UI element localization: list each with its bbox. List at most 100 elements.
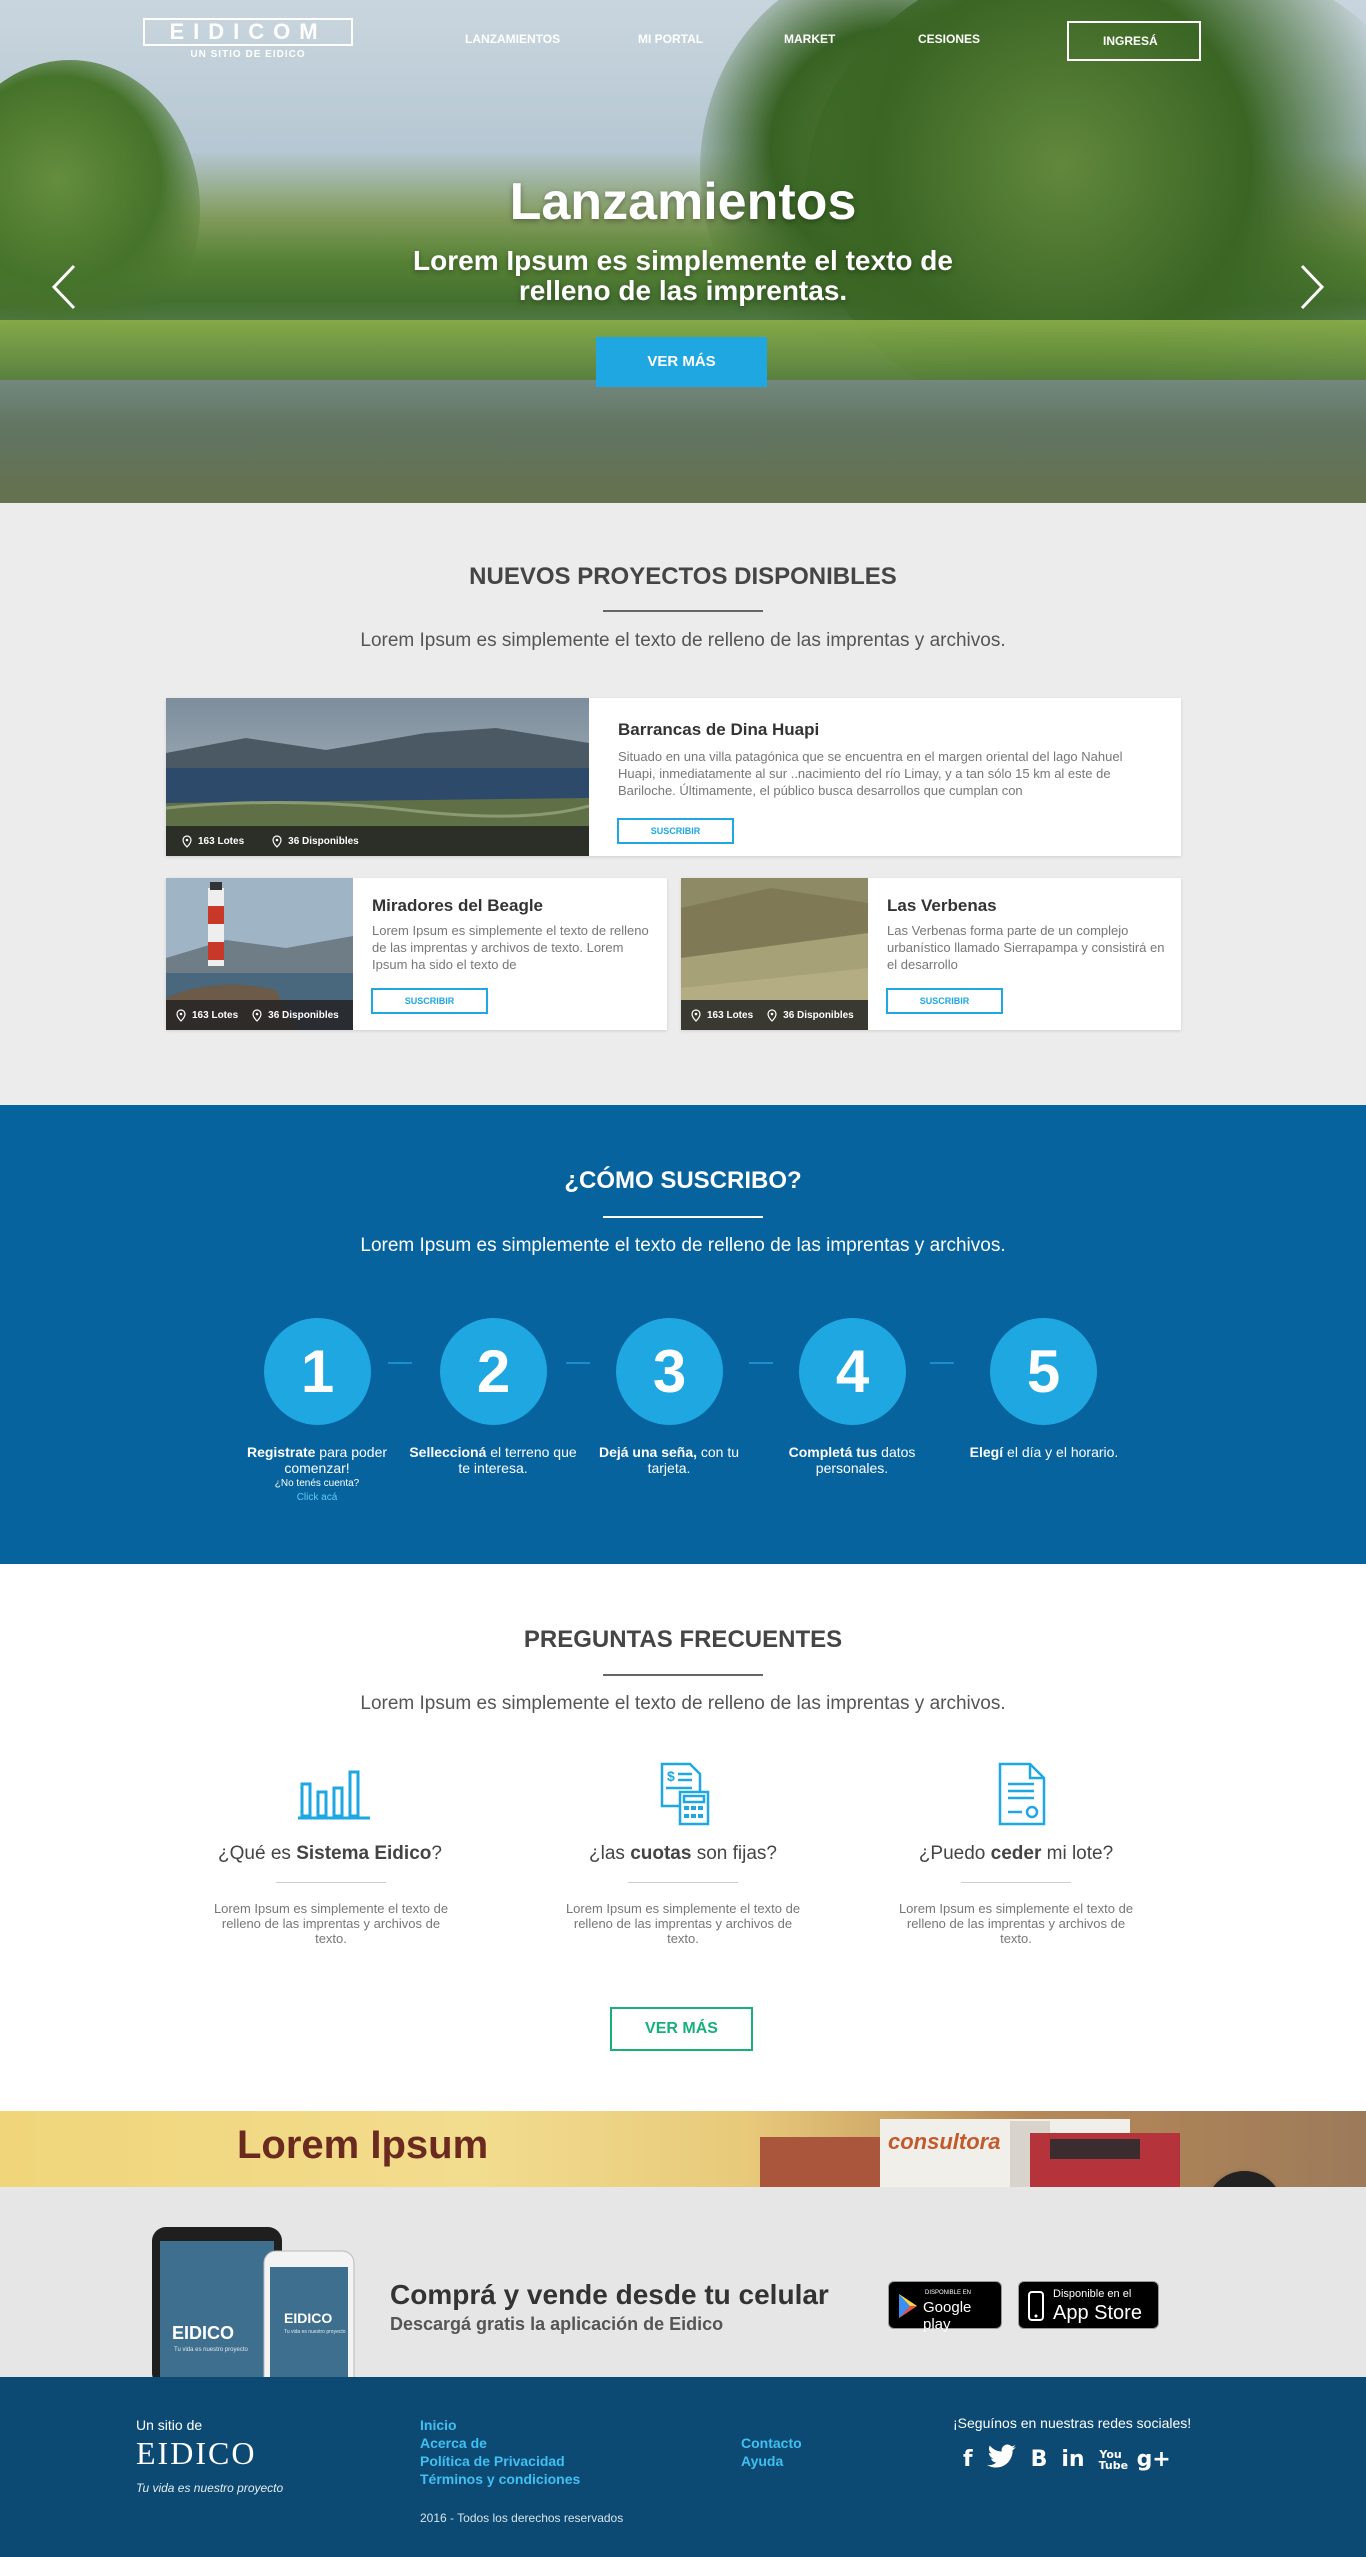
youtube-icon[interactable]: You Tube: [1099, 2449, 1128, 2471]
project-stats-bar: 163 Lotes 36 Disponibles: [166, 826, 589, 856]
footer-logo[interactable]: EIDICO: [136, 2435, 256, 2472]
google-play-icon: [899, 2294, 917, 2318]
faq-question-ceder[interactable]: ¿Puedo ceder mi lote?: [866, 1843, 1166, 1865]
app-store-badge[interactable]: Disponible en el App Store: [1018, 2281, 1159, 2329]
location-pin-icon: [691, 1008, 701, 1022]
calculator-document-icon: $: [660, 1762, 710, 1826]
nav-item-cesiones[interactable]: CESIONES: [918, 32, 980, 46]
preguntas-frecuentes-section: PREGUNTAS FRECUENTES Lorem Ipsum es simp…: [0, 1564, 1366, 2111]
hero-section: EIDICOM UN SITIO DE EIDICO LANZAMIENTOS …: [0, 0, 1366, 503]
project-disponibles: 36 Disponibles: [783, 1009, 854, 1021]
section-description: Lorem Ipsum es simplemente el texto de r…: [360, 1693, 1006, 1714]
logo-wordmark: EIDICOM: [143, 18, 353, 46]
copyright: 2016 - Todos los derechos reservados: [420, 2511, 624, 2525]
faq-ver-mas-button[interactable]: VER MÁS: [610, 2007, 753, 2051]
footer-link-inicio[interactable]: Inicio: [420, 2416, 580, 2434]
twitter-icon[interactable]: [986, 2444, 1017, 2476]
app-title: Comprá y vende desde tu celular: [390, 2279, 829, 2310]
step-circle-2: 2: [440, 1318, 547, 1425]
project-title[interactable]: Las Verbenas: [887, 896, 997, 916]
nav-item-lanzamientos[interactable]: LANZAMIENTOS: [465, 32, 560, 46]
promo-banner[interactable]: Lorem Ipsum consultora: [0, 2111, 1366, 2187]
banner-title: Lorem Ipsum: [237, 2123, 489, 2167]
location-pin-icon: [272, 834, 282, 848]
nav-item-mi-portal[interactable]: MI PORTAL: [638, 32, 703, 46]
project-disponibles: 36 Disponibles: [288, 835, 359, 847]
project-card: 163 Lotes 36 Disponibles Miradores del B…: [166, 878, 667, 1030]
footer-link-contacto[interactable]: Contacto: [741, 2434, 802, 2452]
location-pin-icon: [176, 1008, 186, 1022]
contract-document-icon: [998, 1762, 1046, 1826]
faq-answer: Lorem Ipsum es simplemente el texto de r…: [565, 1901, 801, 1946]
faq-question-cuotas[interactable]: ¿las cuotas son fijas?: [533, 1843, 833, 1865]
footer-link-ayuda[interactable]: Ayuda: [741, 2452, 802, 2470]
blogger-icon[interactable]: B: [1031, 2446, 1048, 2474]
site-footer: Un sitio de EIDICO Tu vida es nuestro pr…: [0, 2377, 1366, 2557]
project-lotes: 163 Lotes: [198, 835, 245, 847]
faq-answer: Lorem Ipsum es simplemente el texto de r…: [898, 1901, 1134, 1946]
project-stats-bar: 163 Lotes 36 Disponibles: [166, 1000, 353, 1030]
nuevos-proyectos-section: NUEVOS PROYECTOS DISPONIBLES Lorem Ipsum…: [0, 503, 1366, 1105]
svg-text:consultora: consultora: [888, 2129, 1000, 2154]
section-title: NUEVOS PROYECTOS DISPONIBLES: [469, 563, 897, 590]
step-connector: [566, 1362, 590, 1364]
suscribir-button[interactable]: SUSCRIBIR: [886, 988, 1003, 1014]
step-text-2: Selleccioná el terreno que te interesa.: [409, 1444, 577, 1476]
svg-text:Tu vida es nuestro proyecto: Tu vida es nuestro proyecto: [284, 2329, 346, 2335]
project-lotes: 163 Lotes: [707, 1009, 754, 1021]
title-divider: [603, 1674, 763, 1676]
slider-prev-arrow-icon[interactable]: [50, 262, 80, 312]
footer-link-acerca[interactable]: Acerca de: [420, 2434, 580, 2452]
step-text-4: Completá tus datos personales.: [788, 1444, 916, 1476]
step-connector: [930, 1362, 954, 1364]
footer-link-terminos[interactable]: Términos y condiciones: [420, 2470, 580, 2488]
section-description: Lorem Ipsum es simplemente el texto de r…: [360, 630, 1006, 651]
title-divider: [603, 610, 763, 612]
nav-item-market[interactable]: MARKET: [784, 32, 835, 46]
suscribir-button[interactable]: SUSCRIBIR: [371, 988, 488, 1014]
social-icons: f B in You Tube g+: [963, 2444, 1171, 2476]
svg-text:EIDICO: EIDICO: [284, 2310, 332, 2326]
linkedin-icon[interactable]: in: [1061, 2446, 1084, 2474]
project-lotes: 163 Lotes: [192, 1009, 239, 1021]
step-text-5: Elegí el día y el horario.: [969, 1444, 1119, 1460]
register-link[interactable]: Click acá: [232, 1490, 402, 1506]
social-title: ¡Seguínos en nuestras redes sociales!: [953, 2415, 1192, 2431]
project-description: Lorem Ipsum es simplemente el texto de r…: [372, 923, 649, 972]
faq-divider: [628, 1882, 738, 1883]
step-text-1: Registrate para poder comenzar! ¿No tené…: [232, 1444, 402, 1506]
project-description: Situado en una villa patagónica que se e…: [618, 749, 1123, 798]
google-play-badge[interactable]: DISPONIBLE EN Google play: [888, 2281, 1002, 2333]
faq-divider: [961, 1882, 1071, 1883]
footer-links-main: Inicio Acerca de Política de Privacidad …: [420, 2416, 580, 2488]
section-description: Lorem Ipsum es simplemente el texto de r…: [360, 1235, 1006, 1256]
hero-ver-mas-button[interactable]: VER MÁS: [596, 337, 767, 387]
hero-title: Lanzamientos: [509, 173, 857, 231]
login-button[interactable]: INGRESÁ: [1067, 21, 1201, 61]
suscribir-button[interactable]: SUSCRIBIR: [617, 818, 734, 844]
project-description: Las Verbenas forma parte de un complejo …: [887, 923, 1165, 972]
phone-icon: [1028, 2291, 1044, 2321]
project-title[interactable]: Miradores del Beagle: [372, 896, 543, 916]
svg-text:EIDICO: EIDICO: [172, 2323, 234, 2343]
footer-link-privacidad[interactable]: Política de Privacidad: [420, 2452, 580, 2470]
no-account-text: ¿No tenés cuenta?: [274, 1478, 360, 1489]
truck-image: consultora: [760, 2119, 1180, 2187]
step-circle-5: 5: [990, 1318, 1097, 1425]
project-card: 163 Lotes 36 Disponibles Las Verbenas La…: [681, 878, 1181, 1030]
google-plus-icon[interactable]: g+: [1137, 2446, 1171, 2474]
como-suscribo-section: ¿CÓMO SUSCRIBO? Lorem Ipsum es simplemen…: [0, 1105, 1366, 1564]
project-title[interactable]: Barrancas de Dina Huapi: [618, 720, 819, 740]
faq-question-sistema[interactable]: ¿Qué es Sistema Eidico?: [180, 1843, 480, 1865]
app-subtitle: Descargá gratis la aplicación de Eidico: [390, 2314, 724, 2334]
slider-next-arrow-icon[interactable]: [1296, 262, 1326, 312]
svg-text:$: $: [667, 1768, 675, 1784]
site-logo[interactable]: EIDICOM UN SITIO DE EIDICO: [143, 18, 353, 60]
project-stats-bar: 163 Lotes 36 Disponibles: [681, 1000, 868, 1030]
faq-divider: [276, 1882, 386, 1883]
phones-image: EIDICO Tu vida es nuestro proyecto EIDIC…: [152, 2227, 355, 2377]
hero-subtitle: Lorem Ipsum es simplemente el texto de r…: [413, 245, 953, 306]
location-pin-icon: [767, 1008, 777, 1022]
project-disponibles: 36 Disponibles: [268, 1009, 339, 1021]
facebook-icon[interactable]: f: [963, 2446, 973, 2474]
